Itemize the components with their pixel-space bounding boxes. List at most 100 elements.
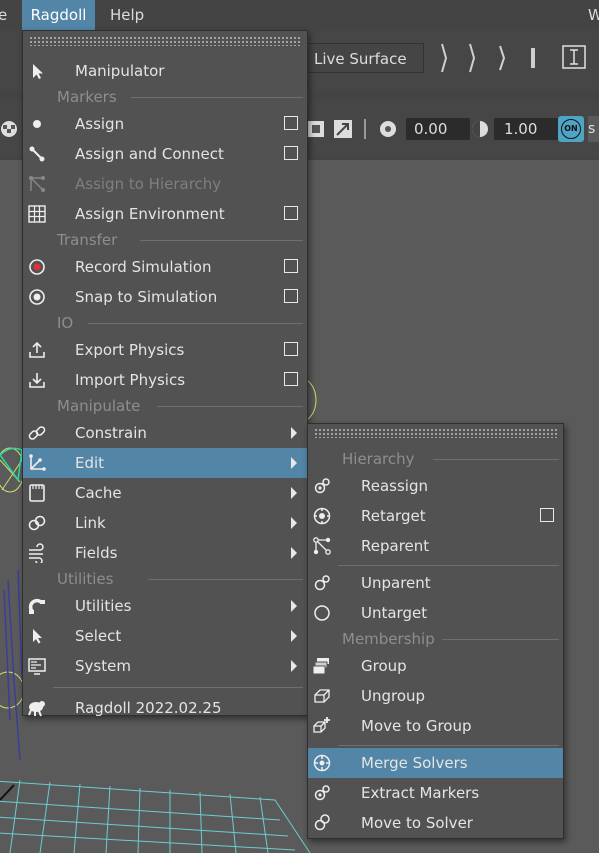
section-manipulate: Manipulate [23,395,307,417]
menu-item-label: Retarget [361,507,426,525]
section-transfer: Transfer [23,229,307,251]
section-io: IO [23,312,307,334]
section-rule [88,323,303,324]
connect-icon [27,144,47,164]
section-rule [157,406,303,407]
submenu-arrow-icon [291,517,297,529]
toolbar2-icons[interactable] [306,116,406,142]
menu-right-partial[interactable]: W [588,0,599,30]
menu-item-ungroup[interactable]: Ungroup [308,681,563,711]
wind-icon [27,543,47,565]
menu-item-select[interactable]: Select [23,621,307,651]
menu-item-fields[interactable]: Fields [23,538,307,568]
option-box-icon[interactable] [284,146,298,160]
value-field-2[interactable]: 1.00 [494,118,560,140]
menu-item-system[interactable]: System [23,651,307,681]
menu-item-reparent[interactable]: Reparent [308,531,563,561]
contrast-icon[interactable] [470,119,490,139]
value-field-1[interactable]: 0.00 [406,118,470,140]
move-solver-icon [312,813,332,833]
menu-item-label: Merge Solvers [361,754,468,772]
menu-item-label: Untarget [361,604,428,622]
grid-icon [27,204,47,224]
edit-submenu: Hierarchy Reassign Retarget Reparent Unparen… [307,423,564,839]
section-label: Manipulate [57,397,141,415]
link-icon [27,513,47,533]
extract-icon [312,783,332,803]
menu-item-assign-and-connect[interactable]: Assign and Connect [23,139,307,169]
option-box-icon[interactable] [284,206,298,220]
option-box-icon[interactable] [284,259,298,273]
submenu-arrow-icon [291,457,297,469]
menu-item-ragdoll-2022-02-25[interactable]: Ragdoll 2022.02.25 [23,693,307,723]
menu-item-label: Assign [75,115,125,133]
option-box-icon[interactable] [284,289,298,303]
menu-item-retarget[interactable]: Retarget [308,501,563,531]
menu-item-manipulator[interactable]: Manipulator [23,56,307,86]
menu-item-constrain[interactable]: Constrain [23,418,307,448]
section-label: Membership [342,630,435,648]
menu-item-label: Snap to Simulation [75,288,218,306]
target-icon [312,506,332,526]
menu-item-label: Constrain [75,424,147,442]
menu-item-label: Ungroup [361,687,426,705]
menu-item-snap-to-simulation[interactable]: Snap to Simulation [23,282,307,312]
menu-item-label: Move to Solver [361,814,473,832]
menu-item-untarget[interactable]: Untarget [308,598,563,628]
checker-icon[interactable] [0,119,18,139]
menu-ragdoll[interactable]: Ragdoll [22,0,95,30]
menu-item-label: Group [361,657,407,675]
menu-item-link[interactable]: Link [23,508,307,538]
menu-item-move-to-solver[interactable]: Move to Solver [308,808,563,838]
menu-item-label: Fields [75,544,118,562]
snap-tools-icons[interactable] [434,40,594,76]
film-icon [27,483,47,503]
move-group-icon [312,716,332,736]
menu-item-extract-markers[interactable]: Extract Markers [308,778,563,808]
menu-item-import-physics[interactable]: Import Physics [23,365,307,395]
live-surface-button[interactable]: Live Surface [304,43,424,73]
section-rule [442,639,559,640]
menu-item-cache[interactable]: Cache [23,478,307,508]
menu-item-label: Reparent [361,537,430,555]
option-box-icon[interactable] [540,508,554,522]
menu-item-unparent[interactable]: Unparent [308,568,563,598]
reparent-icon [312,536,332,556]
submenu-arrow-icon [291,600,297,612]
submenu-arrow-icon [291,547,297,559]
ragdoll-logo-icon [27,698,47,718]
dot-icon [27,114,47,134]
menu-item-group[interactable]: Group [308,651,563,681]
magnet-icon [27,596,47,616]
submenu-tearoff-handle[interactable] [314,428,557,438]
menu-item-label: Ragdoll 2022.02.25 [75,699,222,717]
option-box-icon[interactable] [284,342,298,356]
menu-item-merge-solvers[interactable]: Merge Solvers [308,748,563,778]
menu-item-export-physics[interactable]: Export Physics [23,335,307,365]
section-label: IO [57,314,74,332]
menu-item-label: Link [75,514,106,532]
menu-item-reassign[interactable]: Reassign [308,471,563,501]
option-box-icon[interactable] [284,116,298,130]
chain-icon [27,423,47,443]
menu-divider [338,744,559,746]
tearoff-handle[interactable] [29,36,301,46]
option-box-icon[interactable] [284,372,298,386]
menu-file-partial[interactable]: e [0,0,12,30]
menu-item-assign-environment[interactable]: Assign Environment [23,199,307,229]
on-toggle[interactable]: ON [558,116,584,142]
menu-item-move-to-group[interactable]: Move to Group [308,711,563,741]
menu-help[interactable]: Help [110,0,150,30]
menu-item-edit[interactable]: Edit [23,448,307,478]
toolbar-partial-s: s [588,116,599,142]
menu-item-assign[interactable]: Assign [23,109,307,139]
submenu-arrow-icon [291,660,297,672]
menu-item-label: Manipulator [75,62,165,80]
menu-item-label: Select [75,627,122,645]
group-icon [312,656,332,676]
menu-item-utilities[interactable]: Utilities [23,591,307,621]
submenu-arrow-icon [291,487,297,499]
hierarchy-icon [27,174,47,194]
menu-item-record-simulation[interactable]: Record Simulation [23,252,307,282]
ragdoll-menu: Manipulator Markers Assign Assign and Conne… [22,30,308,717]
